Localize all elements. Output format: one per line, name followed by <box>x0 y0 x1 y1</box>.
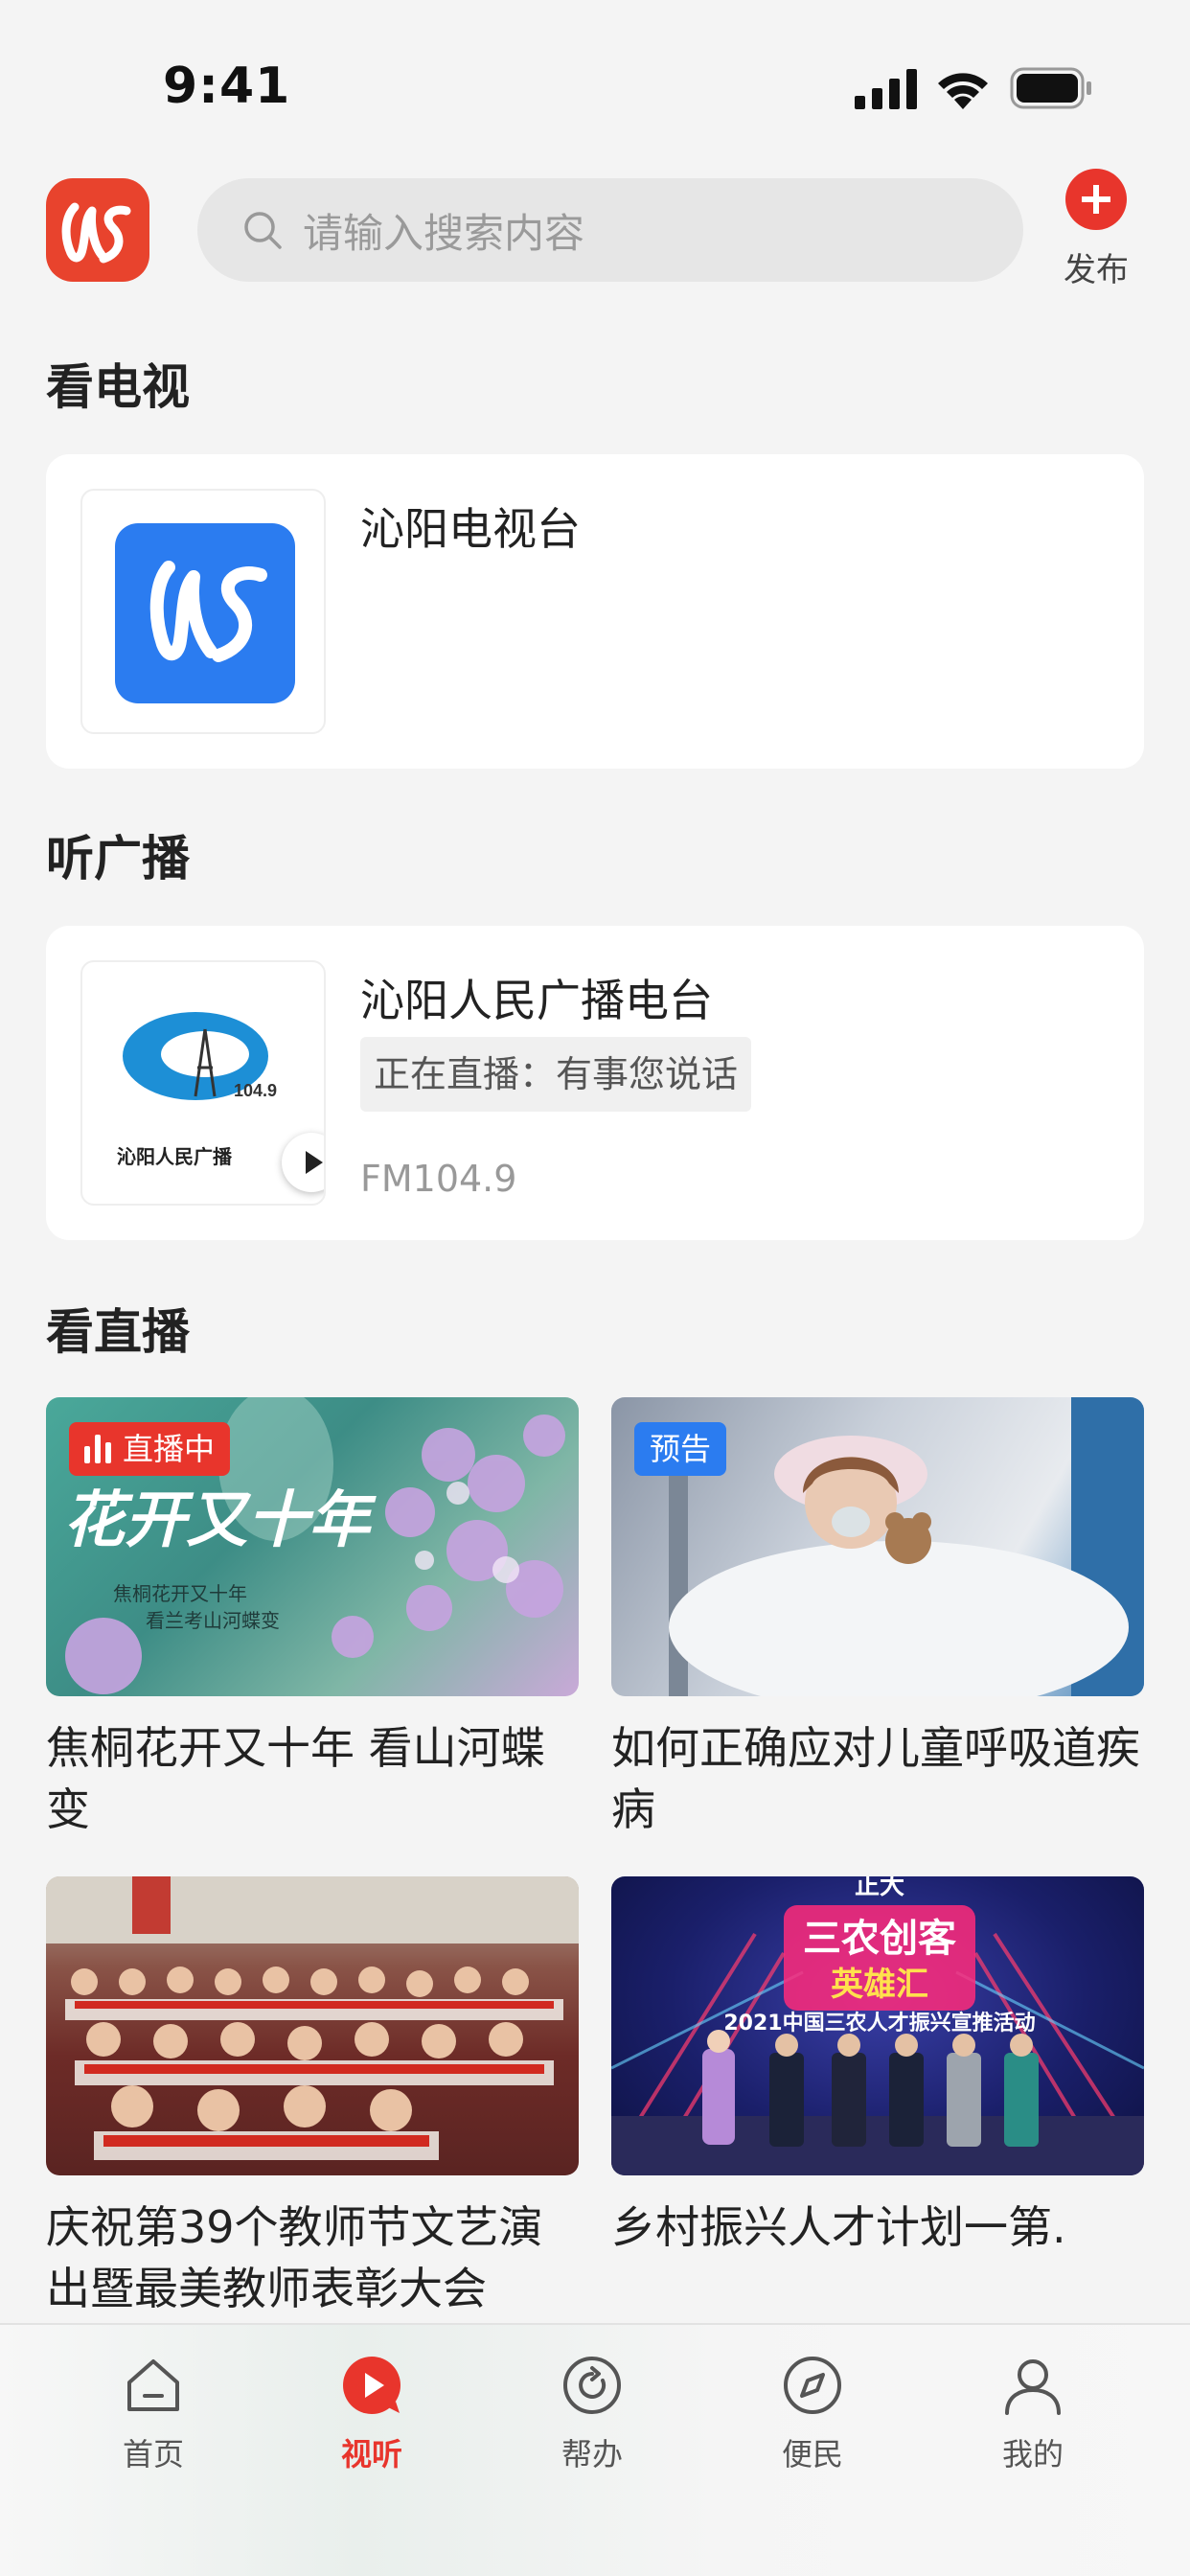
search-bar[interactable]: 请输入搜索内容 <box>197 178 1023 282</box>
home-icon <box>127 2359 179 2411</box>
publish-button[interactable]: 发布 <box>1064 169 1129 290</box>
wifi-icon <box>938 73 988 109</box>
live-item-caption: 乡村振兴人才计划一第. <box>611 2201 1066 2253</box>
live-item[interactable]: 庆祝第39个教师节文艺演出暨最美教师表彰大会 <box>46 1876 579 2319</box>
live-item-thumbnail: 正大 三农创客 英雄汇 2021中国三农人才振兴宣推活动 <box>611 1876 1144 2175</box>
radio-station-logo: 104.9 沁阳人民广播 <box>80 960 326 1206</box>
tab-help-label: 帮办 <box>561 2436 623 2472</box>
live-item-caption: 庆祝第39个教师节文艺演出暨最美教师表彰大会 <box>46 2201 543 2314</box>
app-logo[interactable] <box>46 178 149 282</box>
tab-services[interactable]: 便民 <box>736 2354 889 2474</box>
compass-icon <box>784 2357 841 2414</box>
tv-channel-name: 沁阳电视台 <box>360 503 581 555</box>
live-bars-icon <box>84 1435 113 1463</box>
thumbnail-sponsor: 正大 <box>855 1876 904 1900</box>
status-bar: 9:41 <box>0 0 1190 144</box>
thumbnail-subtitle-1: 焦桐花开又十年 <box>113 1582 247 1605</box>
live-item[interactable]: 正大 三农创客 英雄汇 2021中国三农人才振兴宣推活动 乡村振兴人才计划一第. <box>611 1876 1144 2258</box>
cellular-signal-icon <box>855 69 917 109</box>
tab-media[interactable]: 视听 <box>295 2354 448 2474</box>
section-title-live: 看直播 <box>46 1304 190 1360</box>
live-item-caption: 焦桐花开又十年 看山河蝶变 <box>46 1722 545 1835</box>
radio-station-name: 沁阳人民广播电台 <box>360 975 713 1026</box>
radio-logo-frequency: 104.9 <box>234 1081 277 1100</box>
preview-badge-label: 预告 <box>650 1431 712 1467</box>
tv-channel-logo <box>80 489 326 734</box>
thumbnail-event: 2021中国三农人才振兴宣推活动 <box>723 2011 1035 2036</box>
live-item-caption: 如何正确应对儿童呼吸道疾病 <box>611 1722 1140 1835</box>
tab-home-label: 首页 <box>122 2436 184 2472</box>
live-item[interactable]: 花开又十年 焦桐花开又十年 看兰考山河蝶变 直播中 焦桐花开又十年 看山河蝶变 <box>46 1397 579 1840</box>
preview-badge: 预告 <box>634 1422 727 1476</box>
tab-profile[interactable]: 我的 <box>956 2354 1110 2474</box>
live-item-thumbnail: 花开又十年 焦桐花开又十年 看兰考山河蝶变 直播中 <box>46 1397 579 1696</box>
status-time: 9:41 <box>163 58 291 115</box>
live-badge: 直播中 <box>69 1422 231 1476</box>
live-item-thumbnail: 预告 <box>611 1397 1144 1696</box>
thumbnail-subtitle-2: 看兰考山河蝶变 <box>146 1609 280 1632</box>
section-title-tv: 看电视 <box>46 359 190 415</box>
thumbnail-title: 花开又十年 <box>63 1484 377 1556</box>
radio-frequency: FM104.9 <box>360 1158 517 1200</box>
tab-home[interactable]: 首页 <box>77 2354 230 2474</box>
help-icon <box>563 2357 621 2414</box>
tv-channel-card[interactable]: 沁阳电视台 <box>46 454 1144 769</box>
plus-icon <box>1065 169 1127 230</box>
live-item-thumbnail <box>46 1876 579 2175</box>
now-playing-tag: 正在直播：有事您说话 <box>360 1037 752 1112</box>
tab-media-label: 视听 <box>340 2436 402 2472</box>
live-badge-label: 直播中 <box>123 1431 216 1467</box>
tab-services-label: 便民 <box>781 2436 843 2472</box>
publish-label: 发布 <box>1064 251 1129 289</box>
live-item[interactable]: 预告 如何正确应对儿童呼吸道疾病 <box>611 1397 1144 1840</box>
search-icon <box>244 212 282 249</box>
radio-logo-text: 沁阳人民广播 <box>117 1145 233 1168</box>
thumbnail-subtitle: 英雄汇 <box>831 1966 928 2004</box>
radio-station-card[interactable]: 104.9 沁阳人民广播 沁阳人民广播电台 正在直播：有事您说话 FM104.9 <box>46 926 1144 1240</box>
play-icon <box>343 2357 400 2414</box>
battery-icon <box>1010 67 1091 109</box>
section-title-radio: 听广播 <box>46 831 190 886</box>
thumbnail-title: 三农创客 <box>803 1917 956 1961</box>
tab-profile-label: 我的 <box>1001 2436 1064 2472</box>
search-placeholder: 请输入搜索内容 <box>303 209 585 257</box>
user-icon <box>1005 2359 1061 2415</box>
tab-help[interactable]: 帮办 <box>515 2354 669 2474</box>
bottom-tab-bar: 首页 视听 帮办 便民 我的 <box>0 2323 1190 2576</box>
